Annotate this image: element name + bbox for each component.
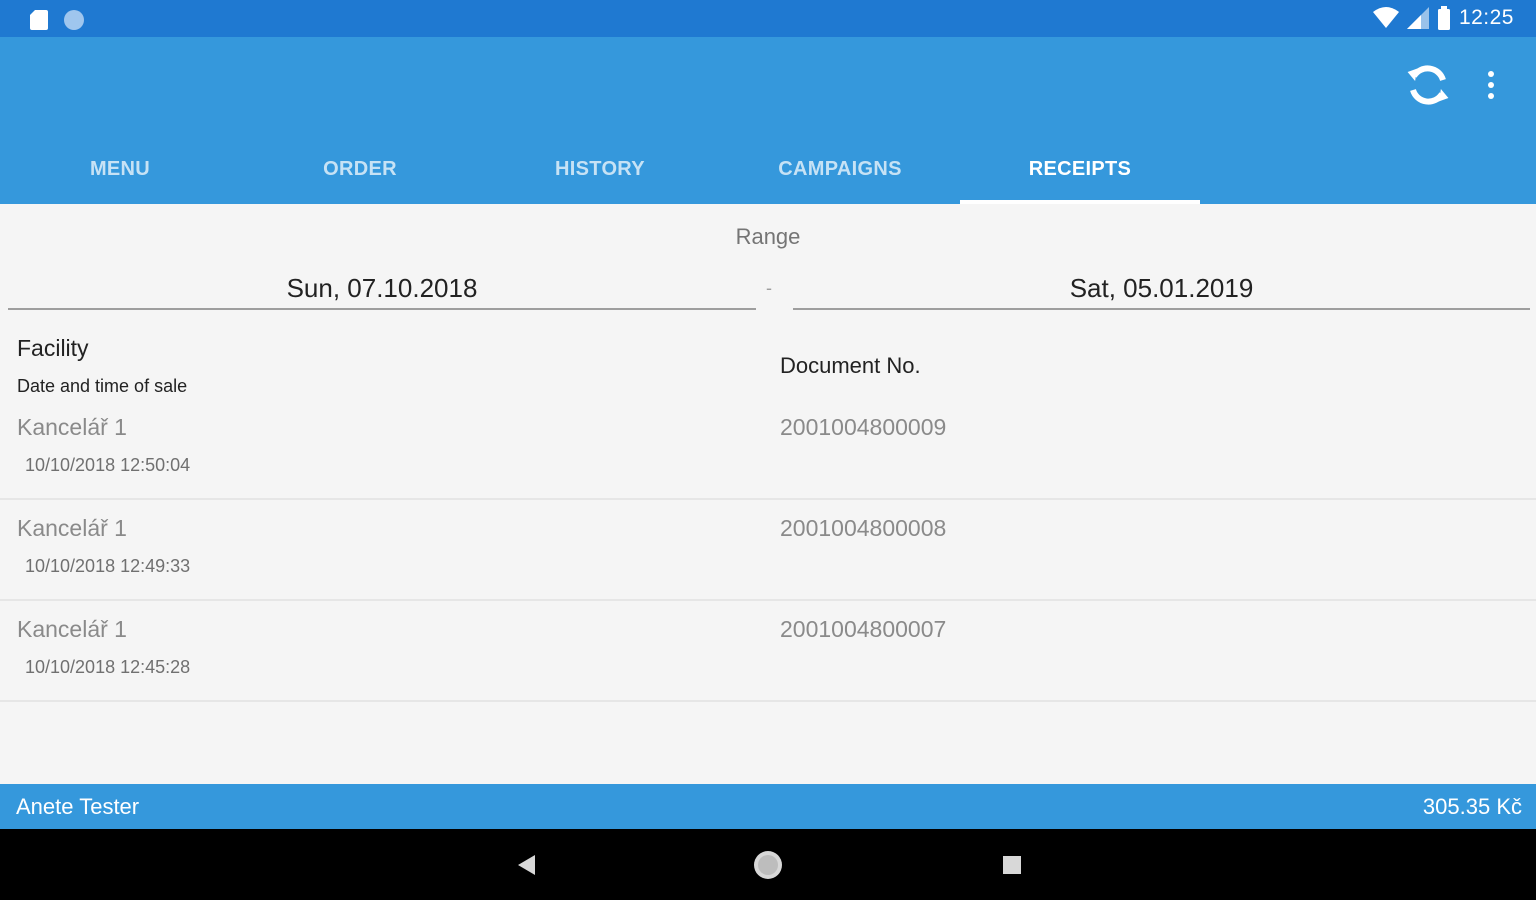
circle-icon	[64, 10, 84, 30]
receipt-row[interactable]: Kancelář 1 10/10/2018 12:45:28 200100480…	[0, 602, 1536, 702]
range-separator: -	[766, 278, 772, 298]
receipt-document-no: 2001004800008	[780, 515, 947, 541]
date-from-field[interactable]: Sun, 07.10.2018	[8, 270, 756, 310]
receipt-document-no: 2001004800007	[780, 616, 947, 642]
back-button[interactable]	[504, 843, 548, 887]
app-bar: MENU ORDER HISTORY CAMPAIGNS RECEIPTS	[0, 37, 1536, 204]
header-datetime: Date and time of sale	[17, 376, 188, 396]
tab-order[interactable]: ORDER	[240, 135, 480, 204]
receipt-document-no: 2001004800009	[780, 414, 947, 440]
battery-icon	[1437, 6, 1450, 30]
sync-button[interactable]	[1402, 59, 1454, 111]
recents-button[interactable]	[990, 843, 1034, 887]
receipt-row[interactable]: Kancelář 1 10/10/2018 12:49:33 200100480…	[0, 501, 1536, 601]
signal-icon	[1406, 7, 1429, 29]
receipts-content: Range Sun, 07.10.2018 - Sat, 05.01.2019 …	[0, 204, 1536, 784]
receipt-datetime: 10/10/2018 12:49:33	[25, 556, 191, 576]
receipt-datetime: 10/10/2018 12:50:04	[25, 455, 191, 475]
sd-card-icon	[30, 9, 48, 30]
more-vert-icon	[1488, 71, 1494, 77]
receipt-facility: Kancelář 1	[17, 515, 127, 541]
home-icon	[754, 851, 782, 879]
tab-campaigns[interactable]: CAMPAIGNS	[720, 135, 960, 204]
tab-history[interactable]: HISTORY	[480, 135, 720, 204]
more-options-button[interactable]	[1474, 65, 1508, 105]
header-facility: Facility	[17, 335, 89, 361]
header-document-no: Document No.	[780, 353, 921, 378]
receipt-facility: Kancelář 1	[17, 414, 127, 440]
receipt-datetime: 10/10/2018 12:45:28	[25, 657, 191, 677]
sync-icon	[1407, 65, 1449, 105]
home-button[interactable]	[746, 843, 790, 887]
back-icon	[518, 855, 535, 875]
receipt-row[interactable]: Kancelář 1 10/10/2018 12:50:04 200100480…	[0, 400, 1536, 500]
recents-icon	[1003, 856, 1021, 874]
system-nav-bar	[0, 829, 1536, 900]
range-label: Range	[735, 224, 801, 249]
user-name: Anete Tester	[16, 794, 140, 819]
status-bar: 12:25	[0, 0, 1536, 37]
tab-bar: MENU ORDER HISTORY CAMPAIGNS RECEIPTS	[0, 135, 1200, 204]
status-time: 12:25	[1458, 6, 1514, 29]
date-to-field[interactable]: Sat, 05.01.2019	[793, 270, 1530, 310]
wifi-icon	[1372, 7, 1399, 28]
footer-bar: Anete Tester 305.35 Kč	[0, 784, 1536, 829]
app-root: 12:25 MENU ORDER HISTORY CAMPAIGNS RECEI…	[0, 0, 1536, 900]
tab-menu[interactable]: MENU	[0, 135, 240, 204]
receipt-facility: Kancelář 1	[17, 616, 127, 642]
tab-receipts[interactable]: RECEIPTS	[960, 135, 1200, 204]
total-amount: 305.35 Kč	[1422, 794, 1522, 819]
